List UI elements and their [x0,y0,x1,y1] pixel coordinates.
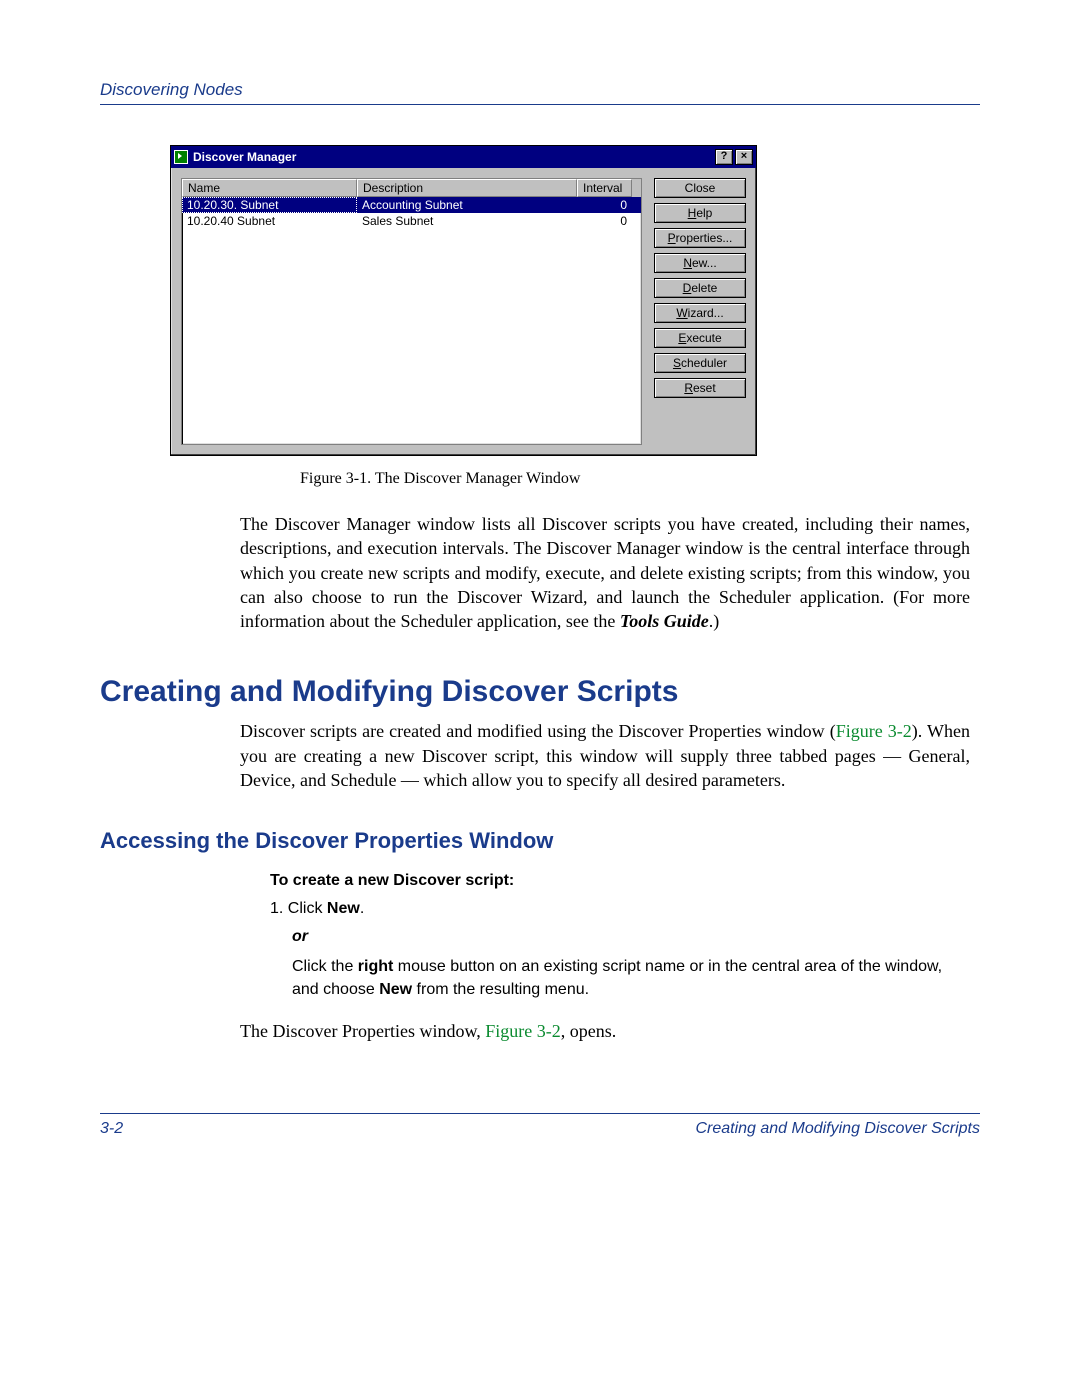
cell-name: 10.20.30. Subnet [182,197,357,213]
para1-text-a: The Discover Manager window lists all Di… [240,514,970,631]
instruction-heading: To create a new Discover script: [270,872,970,890]
section-heading-creating-modifying: Creating and Modifying Discover Scripts [100,675,980,709]
titlebar: Discover Manager ? × [171,146,756,168]
figure-3-2-ref-2[interactable]: Figure 3-2 [485,1021,561,1041]
step1-a: 1. Click [270,900,327,917]
header-section-title: Discovering Nodes [100,80,243,99]
paragraph-discover-scripts: Discover scripts are created and modifie… [240,719,970,792]
list-row[interactable]: 10.20.30. Subnet Accounting Subnet 0 [182,197,641,213]
titlebar-close-icon[interactable]: × [735,149,753,165]
figure-caption: Figure 3-1. The Discover Manager Window [300,470,980,488]
app-icon [174,150,188,164]
page-header: Discovering Nodes [100,80,980,105]
step1-bold: New [327,900,360,917]
col-header-name[interactable]: Name [182,179,357,197]
subsection-heading-accessing: Accessing the Discover Properties Window [100,828,980,854]
para1-text-b: .) [709,611,720,631]
paragraph-discover-manager: The Discover Manager window lists all Di… [240,512,970,633]
figure-3-2-ref[interactable]: Figure 3-2 [836,721,912,741]
closing-sentence: The Discover Properties window, Figure 3… [240,1019,970,1043]
alt-bold2: New [379,981,412,998]
step1-b: . [360,900,364,917]
col-header-interval[interactable]: Interval [577,179,632,197]
execute-button[interactable]: Execute [654,328,746,348]
cell-name: 10.20.40 Subnet [182,213,357,229]
window-title: Discover Manager [193,150,715,164]
scripts-listview[interactable]: Name Description Interval 10.20.30. Subn… [181,178,642,445]
help-button[interactable]: Help [654,203,746,223]
discover-manager-window: Discover Manager ? × Name Description In… [170,145,757,456]
step-alt: Click the right mouse button on an exist… [292,956,970,1001]
col-header-description[interactable]: Description [357,179,577,197]
footer-section-title: Creating and Modifying Discover Scripts [695,1120,980,1138]
button-column: Close Help Properties... New... Delete W… [654,178,746,445]
cell-description: Accounting Subnet [357,197,577,213]
closing-a: The Discover Properties window, [240,1021,485,1041]
new-button[interactable]: New... [654,253,746,273]
cell-interval: 0 [577,197,632,213]
alt-c: from the resulting menu. [412,981,589,998]
para2-text-a: Discover scripts are created and modifie… [240,721,836,741]
properties-button[interactable]: Properties... [654,228,746,248]
header-rule [100,104,980,105]
listview-header: Name Description Interval [182,179,641,197]
cell-description: Sales Subnet [357,213,577,229]
scheduler-button[interactable]: Scheduler [654,353,746,373]
tools-guide-ref: Tools Guide [620,611,709,631]
cell-interval: 0 [577,213,632,229]
close-button[interactable]: Close [654,178,746,198]
list-row[interactable]: 10.20.40 Subnet Sales Subnet 0 [182,213,641,229]
step-1: 1. Click New. [270,900,970,918]
page-footer: 3-2 Creating and Modifying Discover Scri… [100,1113,980,1138]
reset-button[interactable]: Reset [654,378,746,398]
step-or: or [292,928,970,946]
step-block: 1. Click New. or Click the right mouse b… [270,900,970,1001]
closing-b: , opens. [561,1021,617,1041]
wizard-button[interactable]: Wizard... [654,303,746,323]
delete-button[interactable]: Delete [654,278,746,298]
alt-a: Click the [292,958,358,975]
figure-3-1: Discover Manager ? × Name Description In… [170,145,980,488]
titlebar-help-icon[interactable]: ? [715,149,733,165]
footer-page-number: 3-2 [100,1120,123,1138]
alt-bold1: right [358,958,394,975]
